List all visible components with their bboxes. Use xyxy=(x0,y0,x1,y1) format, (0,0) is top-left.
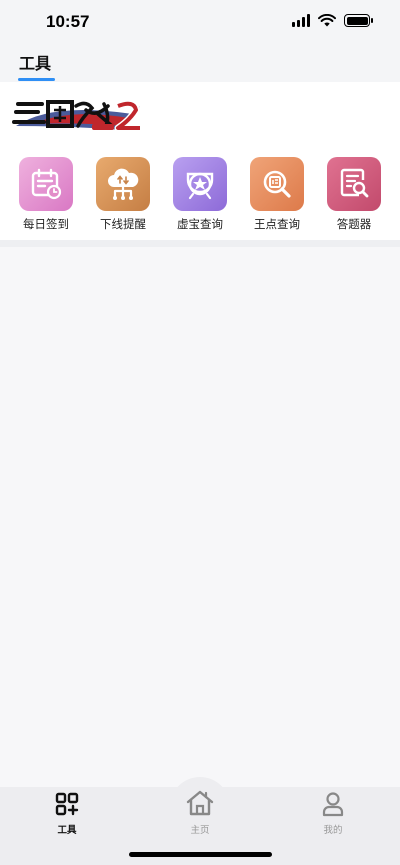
status-icons xyxy=(292,14,373,27)
cellular-signal-icon xyxy=(292,14,310,27)
nav-label-tools: 工具 xyxy=(57,825,77,836)
nav-item-home[interactable]: 主页 xyxy=(165,789,235,836)
tools-panel: 每日签到 下线提醒 虚宝查询 王点查询 答题器 xyxy=(0,82,400,240)
home-indicator xyxy=(129,852,272,857)
nav-item-profile[interactable]: 我的 xyxy=(298,791,368,836)
document-search-icon xyxy=(327,157,381,211)
status-bar: 10:57 xyxy=(0,0,400,44)
tab-tools[interactable]: 工具 xyxy=(19,50,51,74)
home-icon xyxy=(186,790,214,816)
empty-area xyxy=(0,247,400,787)
tool-daily-checkin[interactable]: 每日签到 xyxy=(8,157,84,232)
tool-label: 下线提醒 xyxy=(100,217,146,231)
nav-label-home: 主页 xyxy=(190,825,210,836)
wifi-icon xyxy=(318,14,336,27)
tool-label: 每日签到 xyxy=(23,217,69,231)
battery-icon xyxy=(344,14,373,27)
nav-label-profile: 我的 xyxy=(323,825,343,836)
status-time: 10:57 xyxy=(46,12,90,31)
user-icon xyxy=(322,792,344,817)
calendar-check-icon xyxy=(19,157,73,211)
tool-label: 答题器 xyxy=(336,217,372,231)
cloud-network-icon xyxy=(96,157,150,211)
star-shield-icon xyxy=(173,157,227,211)
section-divider xyxy=(0,240,400,247)
tab-active-indicator xyxy=(18,78,55,81)
tools-grid-icon xyxy=(55,792,79,816)
nav-item-tools[interactable]: 工具 xyxy=(32,791,102,836)
tool-points-query[interactable]: 王点查询 xyxy=(239,157,315,232)
search-card-icon xyxy=(250,157,304,211)
header: 工具 xyxy=(0,44,400,82)
tool-label: 虚宝查询 xyxy=(177,217,223,231)
tool-quiz-helper[interactable]: 答题器 xyxy=(316,157,392,232)
tool-label: 王点查询 xyxy=(254,217,300,231)
tool-treasure-query[interactable]: 虚宝查询 xyxy=(162,157,238,232)
tool-offline-reminder[interactable]: 下线提醒 xyxy=(85,157,161,232)
game-logo xyxy=(12,100,140,132)
